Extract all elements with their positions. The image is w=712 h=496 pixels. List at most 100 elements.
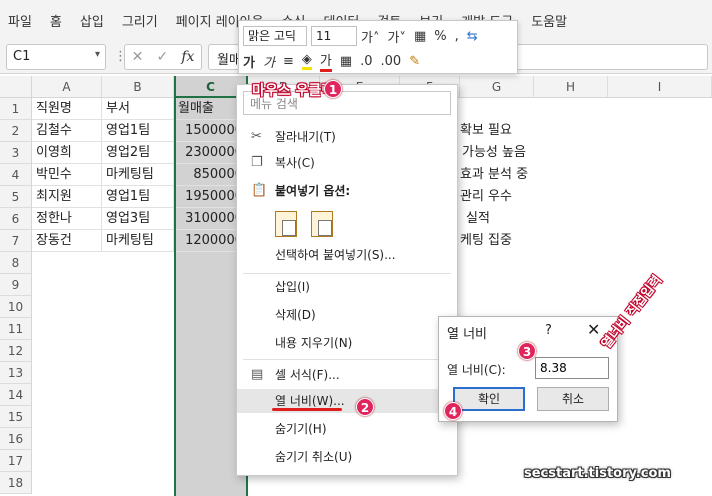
col-header-b[interactable]: B — [102, 76, 174, 98]
menu-item-format-cells[interactable]: ▤ 셀 서식(F)... — [237, 363, 457, 387]
menu-item-label: 붙여넣기 옵션: — [275, 184, 351, 198]
row-header[interactable]: 17 — [0, 450, 32, 472]
menu-item-unhide[interactable]: 숨기기 취소(U) — [237, 445, 457, 469]
cell[interactable]: 영업1팀 — [102, 186, 174, 208]
cell-overflow-text: 케팅 집중 — [460, 233, 512, 248]
excel-window: 파일 홈 삽입 그리기 페이지 레이아웃 수식 데이터 검토 보기 개발 도구 … — [0, 0, 712, 496]
cell-overflow-text: 관리 우수 — [460, 189, 512, 204]
cancel-button[interactable]: 취소 — [537, 387, 609, 411]
paste-option-icons — [275, 211, 347, 237]
cell[interactable]: 마케팅팀 — [102, 164, 174, 186]
cell[interactable]: 부서 — [102, 98, 174, 120]
number-format-icon[interactable]: ▦ — [414, 29, 426, 44]
name-box[interactable]: C1 ▾ — [6, 44, 106, 70]
row-header[interactable]: 9 — [0, 274, 32, 296]
menu-item-paste-special[interactable]: 선택하여 붙여넣기(S)... — [237, 243, 457, 267]
menu-item-delete[interactable]: 삭제(D) — [237, 303, 457, 327]
row-header[interactable]: 5 — [0, 186, 32, 208]
row-header[interactable]: 7 — [0, 230, 32, 252]
menu-item-copy[interactable]: ❐ 복사(C) — [237, 151, 457, 175]
row-header[interactable]: 15 — [0, 406, 32, 428]
paste-picture-icon[interactable] — [311, 211, 333, 237]
cell[interactable]: 김철수 — [32, 120, 102, 142]
menu-item-clear-contents[interactable]: 내용 지우기(N) — [237, 331, 457, 355]
font-color-icon[interactable]: 가 — [319, 50, 332, 72]
menu-item-insert[interactable]: 삽입(I) — [237, 275, 457, 299]
format-painter-icon[interactable]: ✎ — [409, 54, 420, 69]
cancel-icon[interactable]: ✕ — [132, 49, 144, 65]
enter-icon[interactable]: ✓ — [156, 49, 168, 65]
cell-overflow-text: 실적 — [466, 211, 490, 226]
row-header[interactable]: 13 — [0, 362, 32, 384]
cell[interactable]: 장동건 — [32, 230, 102, 252]
row-header[interactable]: 12 — [0, 340, 32, 362]
formula-buttons: ✕ ✓ fx — [124, 44, 202, 70]
font-size-select[interactable]: 11 — [311, 26, 357, 46]
row-header[interactable]: 3 — [0, 142, 32, 164]
cell[interactable]: 영업3팀 — [102, 208, 174, 230]
column-width-input[interactable] — [535, 357, 609, 379]
menu-item-column-width[interactable]: 열 너비(W)... — [237, 389, 457, 413]
cell[interactable]: 직원명 — [32, 98, 102, 120]
col-header-h[interactable]: H — [534, 76, 608, 98]
cell-overflow-text: 효과 분석 중 — [460, 167, 529, 182]
fill-color-icon[interactable]: ◈ — [301, 52, 312, 70]
tab-help[interactable]: 도움말 — [531, 11, 567, 30]
cell[interactable]: 영업2팀 — [102, 142, 174, 164]
font-name-select[interactable]: 맑은 고딕 — [243, 26, 307, 46]
align-center-icon[interactable]: ≡ — [283, 54, 294, 69]
watermark: secstart.tistory.com — [524, 466, 671, 481]
italic-button[interactable]: 가 — [263, 52, 275, 71]
wrap-text-icon[interactable]: ⇆ — [467, 29, 478, 44]
row-header[interactable]: 18 — [0, 472, 32, 494]
tab-home[interactable]: 홈 — [50, 11, 62, 30]
comma-style-button[interactable]: , — [455, 29, 459, 44]
cell[interactable]: 영업1팀 — [102, 120, 174, 142]
row-header[interactable]: 11 — [0, 318, 32, 340]
chevron-down-icon[interactable]: ▾ — [95, 49, 100, 60]
cell-overflow-text: 확보 필요 — [460, 123, 512, 138]
tab-insert[interactable]: 삽입 — [80, 11, 104, 30]
menu-item-label: 잘라내기(T) — [275, 130, 336, 144]
cell[interactable]: 마케팅팀 — [102, 230, 174, 252]
insert-function-icon[interactable]: fx — [181, 49, 194, 65]
row-header[interactable]: 8 — [0, 252, 32, 274]
row-header[interactable]: 16 — [0, 428, 32, 450]
menu-item-label: 내용 지우기(N) — [275, 336, 353, 350]
cell[interactable]: 정한나 — [32, 208, 102, 230]
menu-item-cut[interactable]: ✂ 잘라내기(T) — [237, 125, 457, 149]
row-header[interactable]: 4 — [0, 164, 32, 186]
percent-style-button[interactable]: % — [434, 29, 446, 44]
increase-font-icon[interactable]: 가˄ — [361, 27, 379, 46]
paste-icon[interactable] — [275, 211, 297, 237]
cell[interactable]: 이영희 — [32, 142, 102, 164]
menu-item-hide[interactable]: 숨기기(H) — [237, 417, 457, 441]
cell[interactable]: 최지원 — [32, 186, 102, 208]
cell[interactable]: 박민수 — [32, 164, 102, 186]
menu-item-label: 선택하여 붙여넣기(S)... — [275, 248, 396, 262]
menu-item-label: 복사(C) — [275, 156, 315, 170]
tab-draw[interactable]: 그리기 — [122, 11, 158, 30]
col-header-i[interactable]: I — [608, 76, 712, 98]
borders-icon[interactable]: ▦ — [340, 54, 352, 69]
ok-button[interactable]: 확인 — [453, 387, 525, 411]
bold-button[interactable]: 가 — [243, 52, 255, 71]
step-badge: 4 — [444, 402, 462, 420]
row-header[interactable]: 2 — [0, 120, 32, 142]
row-header[interactable]: 1 — [0, 98, 32, 120]
copy-icon: ❐ — [251, 155, 263, 170]
row-header[interactable]: 14 — [0, 384, 32, 406]
decrease-font-icon[interactable]: 가˅ — [387, 27, 405, 46]
col-header-a[interactable]: A — [32, 76, 102, 98]
decimal-decrease-icon[interactable]: .00 — [381, 54, 402, 69]
decimal-increase-icon[interactable]: .0 — [360, 54, 372, 69]
col-header-g[interactable]: G — [460, 76, 534, 98]
step-badge: 3 — [518, 342, 536, 360]
tab-file[interactable]: 파일 — [8, 11, 32, 30]
dialog-title: 열 너비 — [447, 327, 488, 342]
row-header[interactable]: 6 — [0, 208, 32, 230]
step-badge: 2 — [356, 398, 374, 416]
row-header[interactable]: 10 — [0, 296, 32, 318]
select-all-corner[interactable] — [0, 76, 32, 98]
help-icon[interactable]: ? — [545, 323, 552, 338]
